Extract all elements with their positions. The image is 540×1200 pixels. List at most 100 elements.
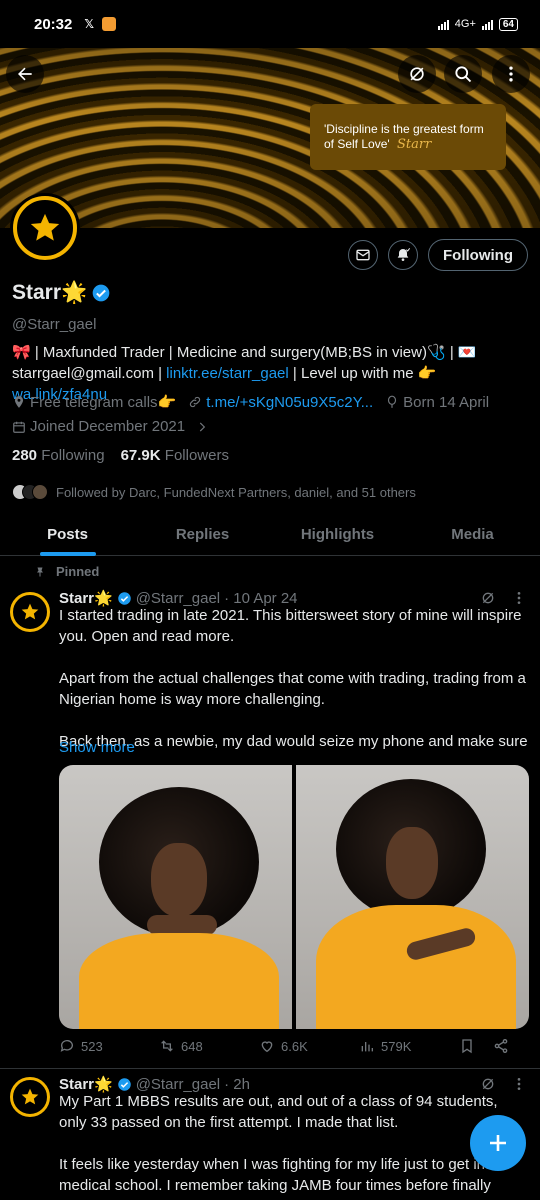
tweet-photo-1[interactable] — [59, 765, 292, 1029]
tab-replies[interactable]: Replies — [135, 512, 270, 555]
back-button[interactable] — [6, 55, 44, 93]
tweet-paragraph: My Part 1 MBBS results are out, and out … — [59, 1093, 498, 1131]
tweet-author-handle[interactable]: @Starr_gael — [136, 1076, 220, 1093]
repost-button[interactable]: 648 — [159, 1038, 259, 1054]
status-time: 20:32 — [34, 15, 73, 33]
profile-joined: Joined December 2021 — [30, 418, 186, 435]
repost-icon — [161, 1040, 173, 1052]
following-label: Following — [41, 447, 105, 464]
tweet-body[interactable]: My Part 1 MBBS results are out, and out … — [59, 1091, 509, 1200]
profile-telegram-link[interactable]: t.me/+sKgN05u9X5c2Y... — [206, 394, 373, 411]
profile-birthday: Born 14 April — [403, 393, 490, 411]
profile-name: Starr🌟 — [12, 281, 111, 305]
envelope-icon — [356, 249, 370, 261]
tweet-avatar[interactable] — [10, 592, 50, 632]
bio-text: | Level up with me 👉 — [288, 365, 437, 382]
tab-highlights[interactable]: Highlights — [270, 512, 405, 555]
grok-icon[interactable] — [480, 1076, 496, 1092]
star-icon — [30, 213, 60, 241]
bio-line-1: 🎀 | Maxfunded Trader | Medicine and surg… — [12, 344, 477, 361]
tweet-paragraph: It feels like yesterday when I was fight… — [59, 1156, 498, 1200]
more-vertical-icon — [509, 66, 513, 82]
followed-by-row[interactable]: Followed by Darc, FundedNext Partners, d… — [12, 484, 416, 500]
following-button[interactable]: Following — [428, 239, 528, 271]
status-bar: 20:32 𝕏 4G+ 64 — [0, 0, 540, 48]
compose-button[interactable] — [470, 1115, 526, 1171]
heart-icon — [261, 1041, 273, 1053]
profile-meta-row-2: Joined December 2021 — [12, 418, 209, 435]
calendar-icon — [13, 421, 25, 433]
comment-icon — [60, 1040, 73, 1052]
bar-chart-icon — [361, 1042, 373, 1052]
pin-icon — [37, 567, 43, 576]
tab-posts[interactable]: Posts — [0, 512, 135, 555]
balloon-icon — [388, 395, 397, 408]
share-button[interactable] — [493, 1038, 509, 1054]
views-button[interactable]: 579K — [359, 1038, 459, 1054]
profile-tabs: Posts Replies Highlights Media — [0, 512, 540, 556]
grok-icon — [410, 67, 424, 81]
verified-badge-icon — [117, 591, 131, 605]
bookmark-icon — [462, 1039, 472, 1054]
like-count: 6.6K — [281, 1038, 308, 1054]
profile-avatar[interactable] — [10, 193, 80, 263]
arrow-left-icon — [18, 67, 32, 81]
followers-count: 67.9K — [120, 447, 161, 464]
followers-label: Followers — [164, 447, 229, 464]
reply-button[interactable]: 523 — [59, 1038, 159, 1054]
grok-icon[interactable] — [480, 590, 496, 606]
profile-handle: @Starr_gael — [12, 316, 97, 333]
tweet-author-handle[interactable]: @Starr_gael — [136, 590, 220, 607]
battery-icon: 64 — [498, 17, 518, 31]
like-button[interactable]: 6.6K — [259, 1038, 359, 1054]
bookmark-button[interactable] — [459, 1038, 493, 1054]
more-options-button[interactable] — [492, 55, 530, 93]
tweet-paragraph: Apart from the actual challenges that co… — [59, 670, 526, 708]
followers-count-link[interactable]: 67.9K Followers — [121, 447, 229, 464]
profile-location: Free telegram calls👉 — [30, 394, 177, 411]
banner-quote-card: 'Discipline is the greatest form of Self… — [310, 104, 506, 170]
profile-meta-row-1: Free telegram calls👉 t.me/+sKgN05u9X5c2Y… — [12, 393, 489, 411]
bell-check-icon — [397, 248, 411, 261]
tweet-date: · 2h — [224, 1075, 250, 1093]
x-app-icon: 𝕏 — [84, 17, 95, 31]
plus-icon — [490, 1135, 506, 1151]
signal-icon-2 — [481, 18, 493, 30]
network-type: 4G+ — [454, 18, 476, 30]
profile-name-text: Starr🌟 — [12, 281, 88, 304]
tweet-actions: 523 648 6.6K 579K — [59, 1038, 529, 1054]
tweet-body[interactable]: I started trading in late 2021. This bit… — [59, 605, 529, 752]
tweet-date: · 10 Apr 24 — [224, 589, 298, 607]
follower-avatar — [32, 484, 48, 500]
banner-signature: Starr — [397, 137, 432, 152]
tab-media[interactable]: Media — [405, 512, 540, 555]
tweet-divider — [0, 1068, 540, 1069]
signal-icon — [437, 18, 449, 30]
verified-badge-icon — [117, 1077, 131, 1091]
following-count-link[interactable]: 280 Following — [12, 447, 105, 464]
pinned-label: Pinned — [34, 564, 99, 579]
pinned-text: Pinned — [56, 564, 100, 579]
notifications-button[interactable] — [388, 240, 419, 270]
view-count: 579K — [381, 1038, 412, 1054]
search-button[interactable] — [444, 55, 482, 93]
tweet-avatar[interactable] — [10, 1077, 50, 1117]
bio-email: starrgael@gmail.com | — [12, 365, 167, 382]
star-icon — [21, 1088, 39, 1105]
show-more-link[interactable]: Show more — [59, 739, 135, 756]
repost-count: 648 — [181, 1038, 203, 1054]
star-icon — [21, 603, 39, 620]
link-icon — [190, 396, 201, 408]
reply-count: 523 — [81, 1038, 103, 1054]
location-pin-icon — [14, 396, 24, 408]
more-horizontal-icon[interactable] — [510, 1076, 528, 1092]
tweet-media[interactable] — [59, 765, 529, 1029]
tweet-paragraph: I started trading in late 2021. This bit… — [59, 607, 522, 645]
verified-badge-icon — [92, 284, 110, 302]
more-horizontal-icon[interactable] — [510, 590, 528, 606]
grok-button[interactable] — [398, 55, 436, 93]
message-button[interactable] — [348, 240, 379, 270]
bio-linktree-link[interactable]: linktr.ee/starr_gael — [166, 365, 289, 382]
tweet-photo-2[interactable] — [296, 765, 529, 1029]
follow-counts: 280 Following 67.9K Followers — [12, 447, 229, 464]
